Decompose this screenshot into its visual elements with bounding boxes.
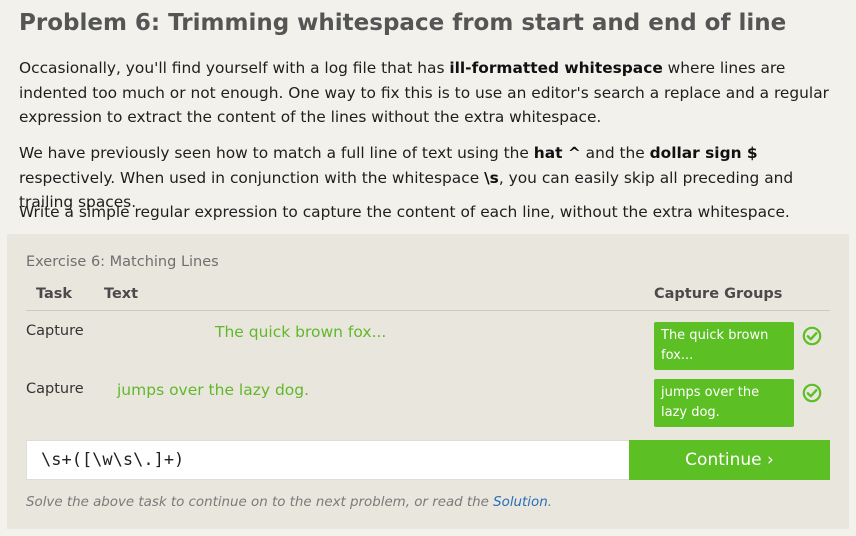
intro-text: Occasionally, you'll find yourself with … (19, 59, 450, 77)
intro-paragraph-3: Write a simple regular expression to cap… (19, 203, 790, 221)
row-1-task: Capture (26, 323, 84, 339)
footer-hint: Solve the above task to continue on to t… (26, 495, 552, 510)
check-icon (802, 326, 822, 346)
page-title: Problem 6: Trimming whitespace from star… (19, 10, 787, 36)
intro-emphasis: dollar sign $ (649, 144, 758, 162)
regex-input[interactable] (26, 440, 630, 480)
solution-link[interactable]: Solution (493, 495, 548, 510)
row-1-text: The quick brown fox... (215, 323, 387, 341)
footer-text: Solve the above task to continue on to t… (26, 495, 494, 510)
intro-text: We have previously seen how to match a f… (19, 144, 534, 162)
column-header-capture-groups: Capture Groups (654, 286, 783, 302)
intro-emphasis: hat ^ (533, 144, 581, 162)
intro-emphasis: \s (484, 168, 499, 187)
exercise-title: Exercise 6: Matching Lines (26, 254, 219, 270)
row-2-task: Capture (26, 381, 84, 397)
footer-text: . (547, 495, 552, 510)
intro-text: respectively. When used in conjunction w… (19, 168, 485, 187)
intro-emphasis: ill-formatted whitespace (449, 59, 663, 77)
intro-paragraph-1: Occasionally, you'll find yourself with … (19, 56, 839, 130)
row-2-text: jumps over the lazy dog. (117, 381, 310, 399)
continue-button[interactable]: Continue › (629, 440, 830, 480)
row-1-capture-group: The quick brown fox... (654, 322, 794, 370)
exercise-panel: Exercise 6: Matching Lines Task Text Cap… (7, 234, 849, 529)
row-2-capture-group: jumps over the lazy dog. (654, 379, 794, 427)
check-icon (802, 383, 822, 403)
header-divider (26, 310, 830, 311)
column-header-task: Task (36, 286, 73, 302)
column-header-text: Text (104, 286, 139, 302)
intro-text: and the (580, 144, 650, 162)
